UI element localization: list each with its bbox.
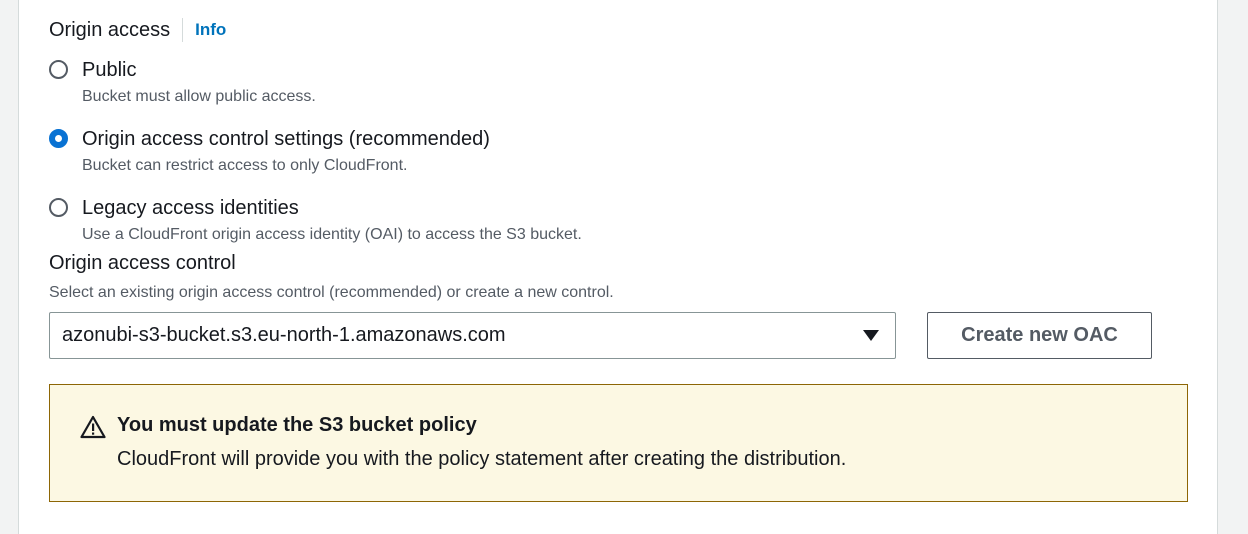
info-link[interactable]: Info bbox=[195, 20, 226, 40]
radio-label-oac: Origin access control settings (recommen… bbox=[82, 128, 490, 150]
radio-button-public[interactable] bbox=[49, 60, 68, 79]
create-new-oac-button[interactable]: Create new OAC bbox=[927, 312, 1152, 359]
origin-access-control-label: Origin access control bbox=[49, 252, 236, 274]
radio-option-legacy[interactable]: Legacy access identities Use a CloudFron… bbox=[49, 196, 582, 244]
header-divider bbox=[182, 18, 184, 42]
radio-button-oac[interactable] bbox=[49, 129, 68, 148]
radio-description-legacy: Use a CloudFront origin access identity … bbox=[82, 226, 582, 243]
origin-settings-panel: Origin access Info Public Bucket must al… bbox=[18, 0, 1218, 534]
origin-access-label: Origin access bbox=[49, 18, 171, 41]
alert-body: CloudFront will provide you with the pol… bbox=[117, 448, 847, 470]
radio-label-public: Public bbox=[82, 59, 137, 81]
origin-access-header: Origin access Info bbox=[49, 18, 226, 42]
origin-access-control-select[interactable]: azonubi-s3-bucket.s3.eu-north-1.amazonaw… bbox=[49, 312, 896, 359]
radio-button-legacy[interactable] bbox=[49, 198, 68, 217]
alert-title: You must update the S3 bucket policy bbox=[117, 414, 477, 436]
radio-option-oac[interactable]: Origin access control settings (recommen… bbox=[49, 127, 490, 175]
origin-access-control-description: Select an existing origin access control… bbox=[49, 284, 614, 301]
select-value: azonubi-s3-bucket.s3.eu-north-1.amazonaw… bbox=[62, 324, 506, 346]
radio-option-public[interactable]: Public Bucket must allow public access. bbox=[49, 58, 316, 106]
radio-description-oac: Bucket can restrict access to only Cloud… bbox=[82, 157, 408, 174]
radio-description-public: Bucket must allow public access. bbox=[82, 88, 316, 105]
warning-alert: You must update the S3 bucket policy Clo… bbox=[49, 384, 1188, 502]
caret-down-icon bbox=[863, 330, 879, 341]
warning-icon bbox=[80, 415, 106, 439]
radio-label-legacy: Legacy access identities bbox=[82, 197, 299, 219]
